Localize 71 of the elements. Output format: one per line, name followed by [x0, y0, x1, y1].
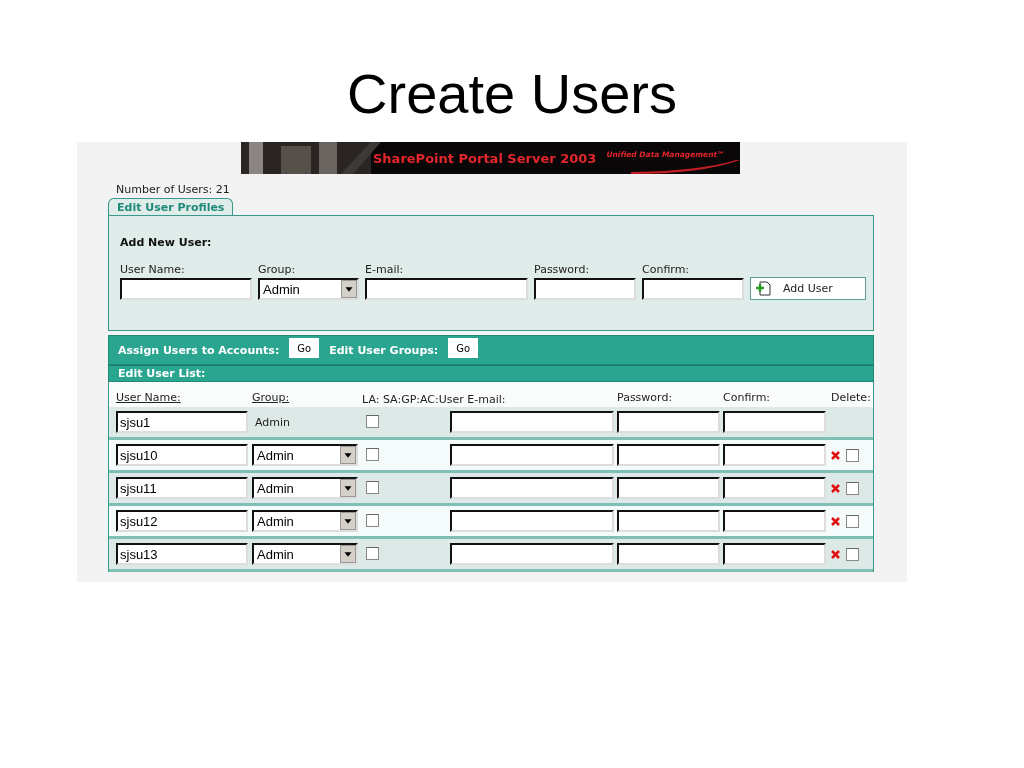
password-field[interactable] — [617, 510, 720, 532]
confirm-field[interactable] — [723, 510, 826, 532]
group-text: Admin — [254, 415, 292, 429]
email-field[interactable] — [450, 543, 614, 565]
banner-title: SharePoint Portal Server 2003 — [373, 150, 597, 166]
action-label: Assign Users to Accounts: — [118, 343, 280, 357]
tab[interactable]: Edit User Profiles — [108, 198, 234, 216]
field-label: Confirm: — [642, 263, 691, 276]
input-field[interactable] — [120, 278, 252, 300]
caret-icon — [340, 446, 356, 464]
column-header: Password: — [617, 391, 674, 404]
delete-checkbox[interactable] — [846, 514, 859, 528]
checkbox[interactable] — [366, 447, 379, 461]
delete-checkbox[interactable] — [846, 481, 859, 495]
confirm-field[interactable] — [723, 411, 826, 433]
action-label: Edit User Groups: — [329, 343, 439, 357]
list-title: Edit User List: — [108, 365, 874, 382]
field-label: E-mail: — [365, 263, 405, 276]
checkbox[interactable] — [366, 513, 379, 527]
email-field[interactable] — [450, 444, 614, 466]
caret-icon — [340, 512, 356, 530]
delete-icon[interactable] — [831, 516, 840, 526]
confirm-field[interactable] — [723, 477, 826, 499]
group-select[interactable]: Admin — [252, 477, 358, 499]
caret-icon — [340, 479, 356, 497]
caret-icon — [340, 545, 356, 563]
input-field[interactable] — [534, 278, 636, 300]
confirm-field[interactable] — [723, 444, 826, 466]
user-name-field[interactable]: sjsu10 — [116, 444, 248, 466]
field-label: User Name: — [120, 263, 186, 276]
group-select[interactable]: Admin — [252, 444, 358, 466]
delete-icon[interactable] — [831, 549, 840, 559]
user-count: Number of Users: 21 — [116, 183, 231, 196]
column-header[interactable]: Group: — [252, 391, 362, 404]
add-user-button[interactable]: Add User — [750, 277, 866, 300]
delete-icon[interactable] — [831, 450, 840, 460]
column-header: Delete: — [831, 391, 871, 404]
user-name-field[interactable]: sjsu13 — [116, 543, 248, 565]
group-select[interactable]: Admin — [252, 510, 358, 532]
user-name-field[interactable]: sjsu1 — [116, 411, 248, 433]
go-button[interactable]: Go — [289, 338, 320, 358]
user-name-field[interactable]: sjsu12 — [116, 510, 248, 532]
column-header: LA: SA:GP:AC:User E-mail: — [362, 393, 506, 406]
column-header: Confirm: — [723, 391, 772, 404]
password-field[interactable] — [617, 477, 720, 499]
caret-icon — [341, 280, 357, 298]
password-field[interactable] — [617, 444, 720, 466]
add-document-icon — [755, 281, 771, 296]
confirm-field[interactable] — [723, 543, 826, 565]
checkbox[interactable] — [366, 480, 379, 494]
input-field[interactable] — [642, 278, 744, 300]
delete-checkbox[interactable] — [846, 448, 859, 462]
user-name-field[interactable]: sjsu11 — [116, 477, 248, 499]
delete-checkbox[interactable] — [846, 547, 859, 561]
go-button[interactable]: Go — [448, 338, 479, 358]
group-select[interactable]: Admin — [252, 543, 358, 565]
checkbox[interactable] — [366, 414, 379, 428]
password-field[interactable] — [617, 411, 720, 433]
section-heading: Add New User: — [120, 236, 213, 249]
input-field[interactable] — [365, 278, 528, 300]
group-select[interactable]: Admin — [258, 278, 359, 300]
password-field[interactable] — [617, 543, 720, 565]
email-field[interactable] — [450, 411, 614, 433]
email-field[interactable] — [450, 477, 614, 499]
field-label: Group: — [258, 263, 297, 276]
checkbox[interactable] — [366, 546, 379, 560]
delete-icon[interactable] — [831, 483, 840, 493]
email-field[interactable] — [450, 510, 614, 532]
field-label: Password: — [534, 263, 591, 276]
slide-title: Create Users — [347, 66, 677, 122]
column-header[interactable]: User Name: — [116, 391, 252, 404]
